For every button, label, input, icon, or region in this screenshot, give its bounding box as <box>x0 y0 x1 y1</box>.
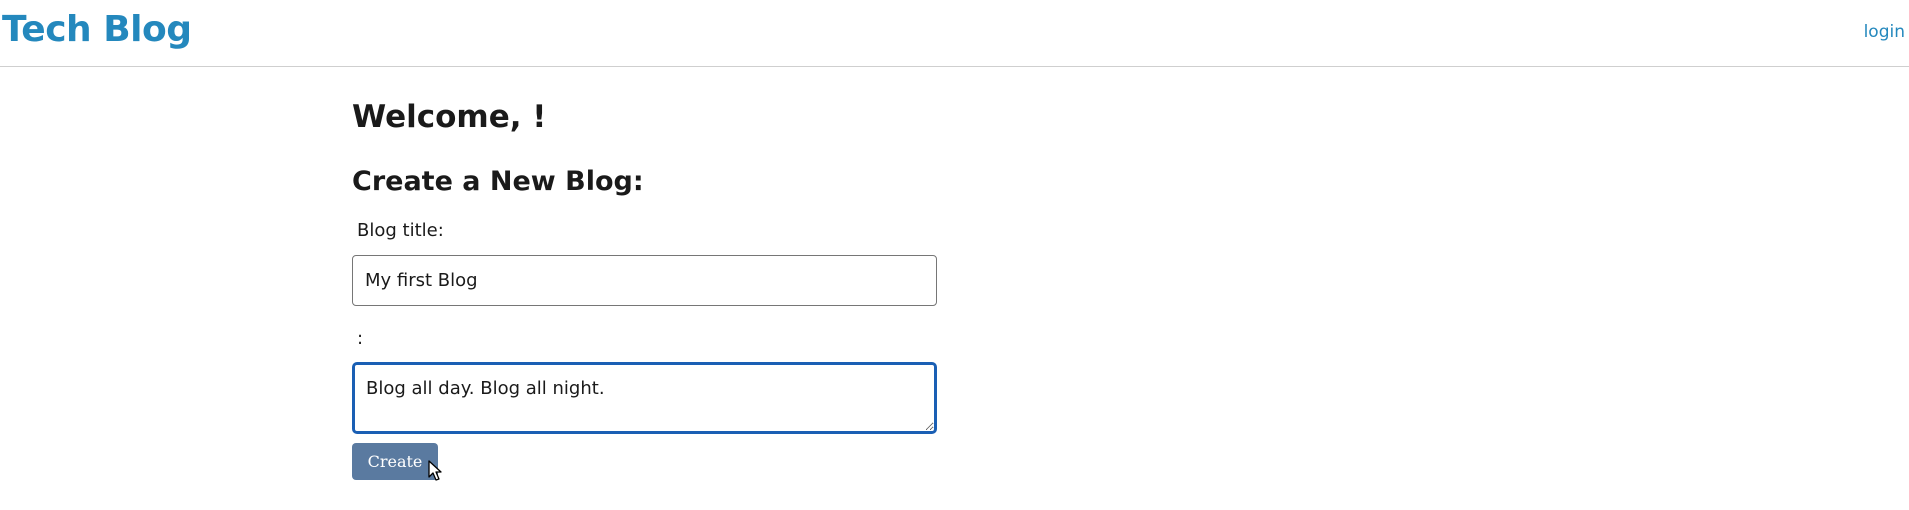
site-title[interactable]: Tech Blog <box>2 4 192 56</box>
blog-title-input[interactable] <box>352 255 937 306</box>
site-header: Tech Blog login <box>0 0 1909 67</box>
login-link[interactable]: login <box>1864 20 1905 44</box>
blog-title-label: Blog title: <box>357 220 444 241</box>
welcome-heading: Welcome, ! <box>352 99 547 135</box>
blog-body-label: : <box>357 328 364 349</box>
create-blog-heading: Create a New Blog: <box>352 166 644 197</box>
blog-body-textarea[interactable]: Blog all day. Blog all night. <box>352 362 937 434</box>
create-button[interactable]: Create <box>352 443 438 480</box>
